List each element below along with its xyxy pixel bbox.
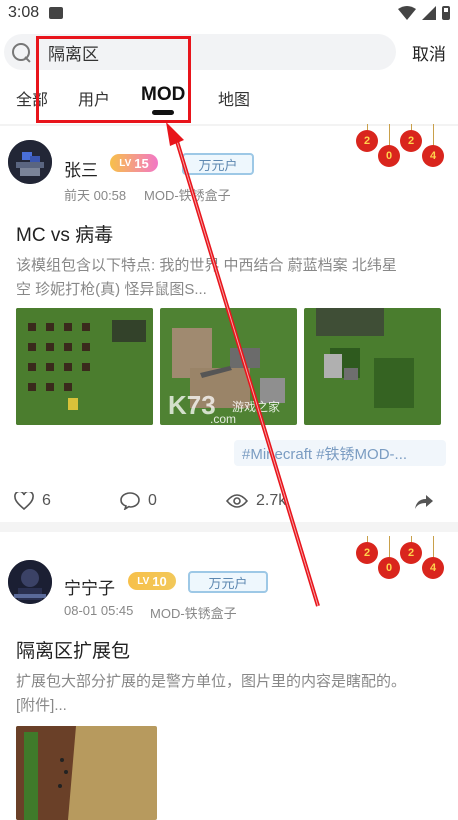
annotation-arrow [166, 122, 320, 607]
